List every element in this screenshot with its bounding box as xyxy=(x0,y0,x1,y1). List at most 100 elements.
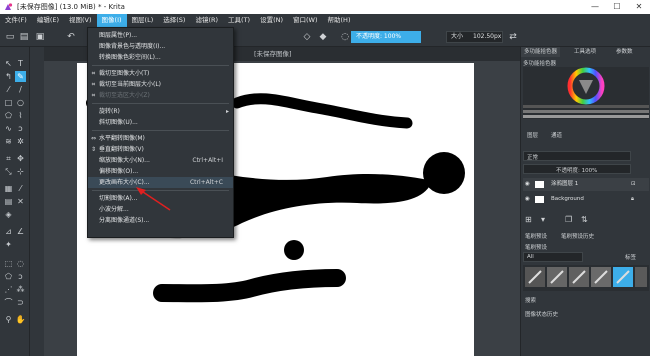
brush-preset-grid[interactable] xyxy=(523,265,649,291)
open-folder-icon[interactable]: ▤ xyxy=(17,30,31,44)
undo-icon[interactable]: ↶ xyxy=(64,30,78,44)
menu-item-9[interactable]: 窗口(W) xyxy=(288,14,323,27)
warp-tool-icon[interactable]: ⊹ xyxy=(15,166,26,177)
reset-colors-icon[interactable]: ◆ xyxy=(316,30,330,44)
colorize-mask-icon[interactable]: ▤ xyxy=(3,196,14,207)
preserve-alpha-icon[interactable]: ◌ xyxy=(338,30,352,44)
brush-tag-label[interactable]: 标签 xyxy=(625,253,636,261)
polygon-select-icon[interactable]: ⬠ xyxy=(3,271,14,282)
brush-filter-select[interactable]: All xyxy=(523,252,583,262)
visibility-eye-icon[interactable]: ◉ xyxy=(525,193,530,206)
fill-tool-icon[interactable]: ◈ xyxy=(3,209,14,220)
image-menu-item[interactable]: 偏移图像(O)... xyxy=(88,166,233,177)
measure-tool-icon[interactable]: ∠ xyxy=(15,226,26,237)
menu-item-0[interactable]: 文件(F) xyxy=(0,14,32,27)
gradient-tool-icon[interactable]: ▦ xyxy=(3,183,14,194)
menu-item-10[interactable]: 帮助(H) xyxy=(323,14,356,27)
save-icon[interactable]: ▣ xyxy=(33,30,47,44)
blend-mode-select[interactable]: 正常 xyxy=(523,151,631,161)
image-menu-item[interactable]: 图像背景色与透明度(I)... xyxy=(88,41,233,52)
smart-patch-icon[interactable]: ✕ xyxy=(15,196,26,207)
tab-color-selector[interactable]: 多功能拾色器 xyxy=(521,47,561,57)
bezier-select-icon[interactable]: ⌒ xyxy=(3,297,14,308)
close-button[interactable]: ✕ xyxy=(628,0,650,14)
menu-item-3[interactable]: 图像(I) xyxy=(96,14,127,27)
color-selector[interactable] xyxy=(523,67,649,119)
ellipse-tool-icon[interactable]: ○ xyxy=(15,97,26,108)
freehand-path-icon[interactable]: ↄ xyxy=(15,123,26,134)
image-menu-item[interactable]: 分离图像通道(S)... xyxy=(88,215,233,226)
image-menu-item[interactable]: ⇕ 垂直翻转图像(V) xyxy=(88,144,233,155)
image-menu-item[interactable]: 图层属性(P)... xyxy=(88,30,233,41)
image-menu-item[interactable]: ⇔ 水平翻转图像(M) xyxy=(88,133,233,144)
crop-tool-icon[interactable]: ⌗ xyxy=(3,153,14,164)
toolbox: ↖ T ↰ ✎ ⁄ / □ ○ ⬠ ⌇ ∿ ↄ ≋ ✲ ⌗ ✥ ⤡ ⊹ ▦ ⁄ … xyxy=(0,47,30,356)
opacity-slider[interactable]: 不透明度: 100% xyxy=(351,31,421,43)
color-picker-icon[interactable]: ⁄ xyxy=(15,183,26,194)
contiguous-select-icon[interactable]: ⋰ xyxy=(3,284,14,295)
menu-item-8[interactable]: 设置(N) xyxy=(255,14,288,27)
freehand-brush-icon[interactable]: ✎ xyxy=(15,71,26,82)
menu-item-4[interactable]: 图层(L) xyxy=(127,14,159,27)
tab-params[interactable]: 参数数 xyxy=(613,47,636,57)
copy-layer-icon[interactable]: ❐ xyxy=(565,215,572,224)
image-menu-item[interactable]: ⌗ 裁切至当前图层大小(L) xyxy=(88,79,233,90)
freehand-select-icon[interactable]: ↄ xyxy=(15,271,26,282)
calligraphy-icon[interactable]: ⁄ xyxy=(3,84,14,95)
polygon-tool-icon[interactable]: ⬠ xyxy=(3,110,14,121)
menu-item-5[interactable]: 选择(S) xyxy=(158,14,190,27)
text-tool-icon[interactable]: T xyxy=(15,58,26,69)
tab-brush-presets[interactable]: 笔刷预设 xyxy=(525,232,547,240)
add-layer-icon[interactable]: ⊞ xyxy=(525,215,532,224)
menu-item-7[interactable]: 工具(T) xyxy=(223,14,255,27)
size-label: 大小 xyxy=(451,33,464,40)
move-tool-icon[interactable]: ✥ xyxy=(15,153,26,164)
select-shapes-icon[interactable]: ↖ xyxy=(3,58,14,69)
color-wheel[interactable] xyxy=(523,67,649,119)
magnetic-select-icon[interactable]: ⊃ xyxy=(15,297,26,308)
rectangle-tool-icon[interactable]: □ xyxy=(3,97,14,108)
minimize-button[interactable]: — xyxy=(584,0,606,14)
move-layer-icon[interactable]: ⇅ xyxy=(581,215,588,224)
pan-tool-icon[interactable]: ✋ xyxy=(15,314,26,325)
size-slider[interactable]: 大小 102.50px xyxy=(446,31,503,43)
image-menu-item[interactable]: 旋转(R) ▸ xyxy=(88,106,233,117)
new-document-icon[interactable]: ▭ xyxy=(3,30,17,44)
menu-item-2[interactable]: 视图(V) xyxy=(64,14,97,27)
layer-row[interactable]: ◉ Background 🔒︎ xyxy=(523,193,649,206)
reference-tool-icon[interactable]: ✦ xyxy=(3,239,14,250)
edit-shapes-icon[interactable]: ↰ xyxy=(3,71,14,82)
ellipse-select-icon[interactable]: ◌ xyxy=(15,258,26,269)
mirror-icon[interactable]: ⇄ xyxy=(506,30,520,44)
dynamic-brush-icon[interactable]: ≋ xyxy=(3,136,14,147)
image-menu-item[interactable]: 转换图像色彩空间(L)... xyxy=(88,52,233,63)
menu-item-1[interactable]: 编辑(E) xyxy=(32,14,64,27)
tab-channels[interactable]: 通道 xyxy=(551,131,562,139)
polyline-tool-icon[interactable]: ⌇ xyxy=(15,110,26,121)
rect-select-icon[interactable]: ⬚ xyxy=(3,258,14,269)
tab-tool-options[interactable]: 工具选项 xyxy=(571,47,599,57)
lock-icon[interactable]: ⊡ xyxy=(631,178,636,191)
tab-layers[interactable]: 图层 xyxy=(527,131,538,139)
bezier-tool-icon[interactable]: ∿ xyxy=(3,123,14,134)
similar-select-icon[interactable]: ⁂ xyxy=(15,284,26,295)
layer-options-icon[interactable]: ▾ xyxy=(541,215,545,224)
multibrush-icon[interactable]: ✲ xyxy=(15,136,26,147)
brush-thumbnails[interactable] xyxy=(523,265,649,291)
image-menu-item[interactable]: 缩放图像大小(N)... Ctrl+Alt+I xyxy=(88,155,233,166)
transform-tool-icon[interactable]: ⤡ xyxy=(3,166,14,177)
layer-opacity-slider[interactable]: 不透明度: 100% xyxy=(523,164,631,174)
maximize-button[interactable]: ☐ xyxy=(606,0,628,14)
zoom-tool-icon[interactable]: ⚲ xyxy=(3,314,14,325)
line-tool-icon[interactable]: / xyxy=(15,84,26,95)
image-menu-item[interactable]: 斜切图像(U)... xyxy=(88,117,233,128)
image-menu-item[interactable]: ⌗ 裁切至图像大小(T) xyxy=(88,68,233,79)
menu-item-6[interactable]: 滤镜(R) xyxy=(190,14,223,27)
eraser-icon[interactable]: ◇ xyxy=(300,30,314,44)
brush-search-label[interactable]: 搜索 xyxy=(525,296,536,304)
layer-row-active[interactable]: ◉ 涂鸦图层 1 ⊡ xyxy=(523,178,649,191)
tab-brush-history[interactable]: 笔刷预设历史 xyxy=(561,232,594,240)
visibility-eye-icon[interactable]: ◉ xyxy=(525,178,530,191)
assistant-tool-icon[interactable]: ⊿ xyxy=(3,226,14,237)
lock-icon[interactable]: 🔒︎ xyxy=(631,193,634,206)
